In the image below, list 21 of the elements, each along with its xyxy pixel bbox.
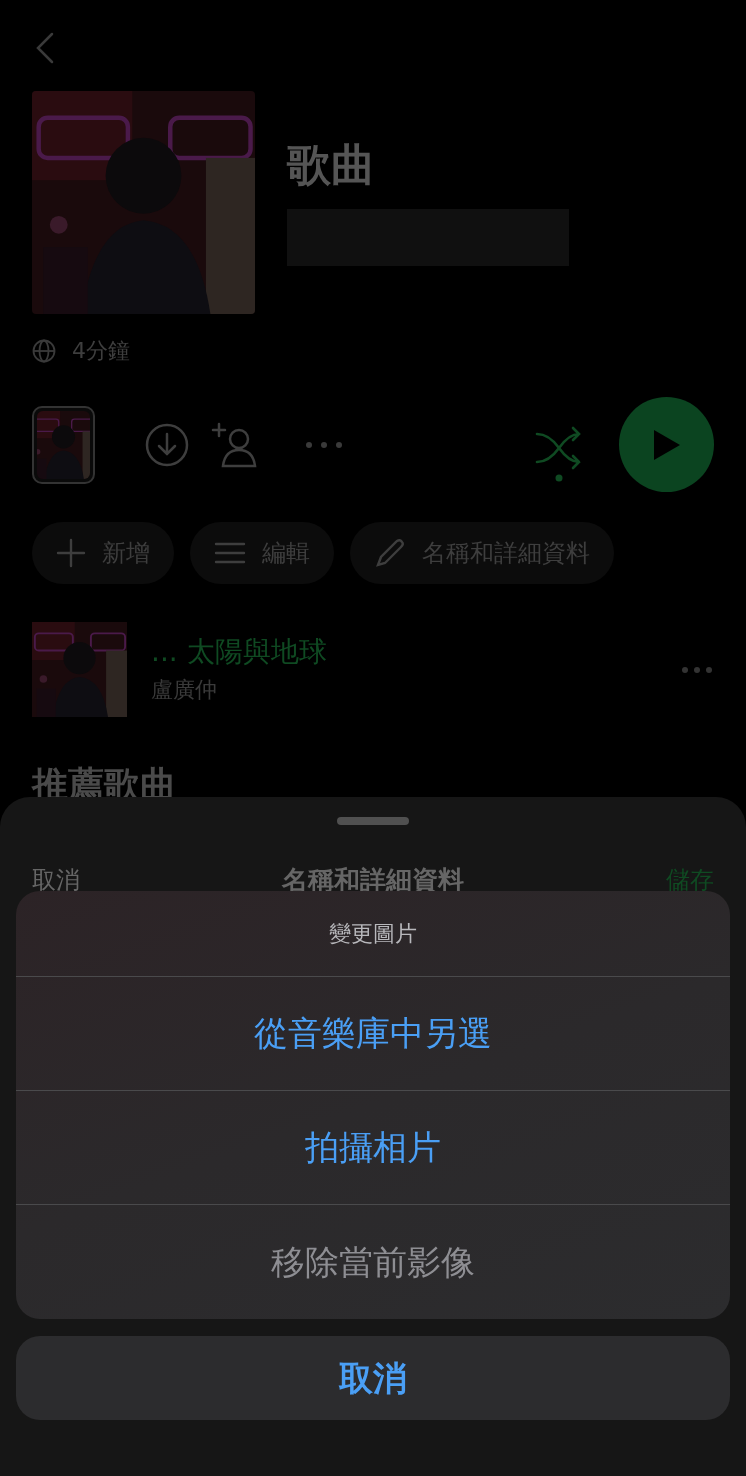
action-sheet-title: 變更圖片 (329, 920, 417, 948)
back-icon[interactable] (36, 32, 54, 64)
more-icon[interactable] (682, 666, 712, 673)
download-icon[interactable] (145, 422, 189, 467)
play-icon (651, 427, 682, 462)
sheet-cancel[interactable]: 取消 (32, 868, 80, 892)
shuffle-icon[interactable] (535, 425, 583, 484)
playlist-title: 歌曲 (287, 143, 376, 187)
pencil-icon (374, 537, 406, 569)
duration: 4分鐘 (72, 337, 130, 365)
preview-thumbnail[interactable] (32, 405, 95, 484)
more-icon[interactable] (305, 440, 343, 449)
action-option[interactable]: 拍攝相片 (16, 1091, 730, 1205)
song-title: ... 太陽與地球 (151, 633, 327, 669)
globe-icon (32, 338, 56, 363)
plus-icon (56, 538, 86, 568)
sheet-handle[interactable] (337, 817, 409, 825)
song-artist: 盧廣仲 (151, 675, 218, 704)
cancel-button[interactable]: 取消 (16, 1336, 730, 1420)
action-option[interactable]: 從音樂庫中另選 (16, 977, 730, 1091)
menu-icon (214, 542, 246, 564)
